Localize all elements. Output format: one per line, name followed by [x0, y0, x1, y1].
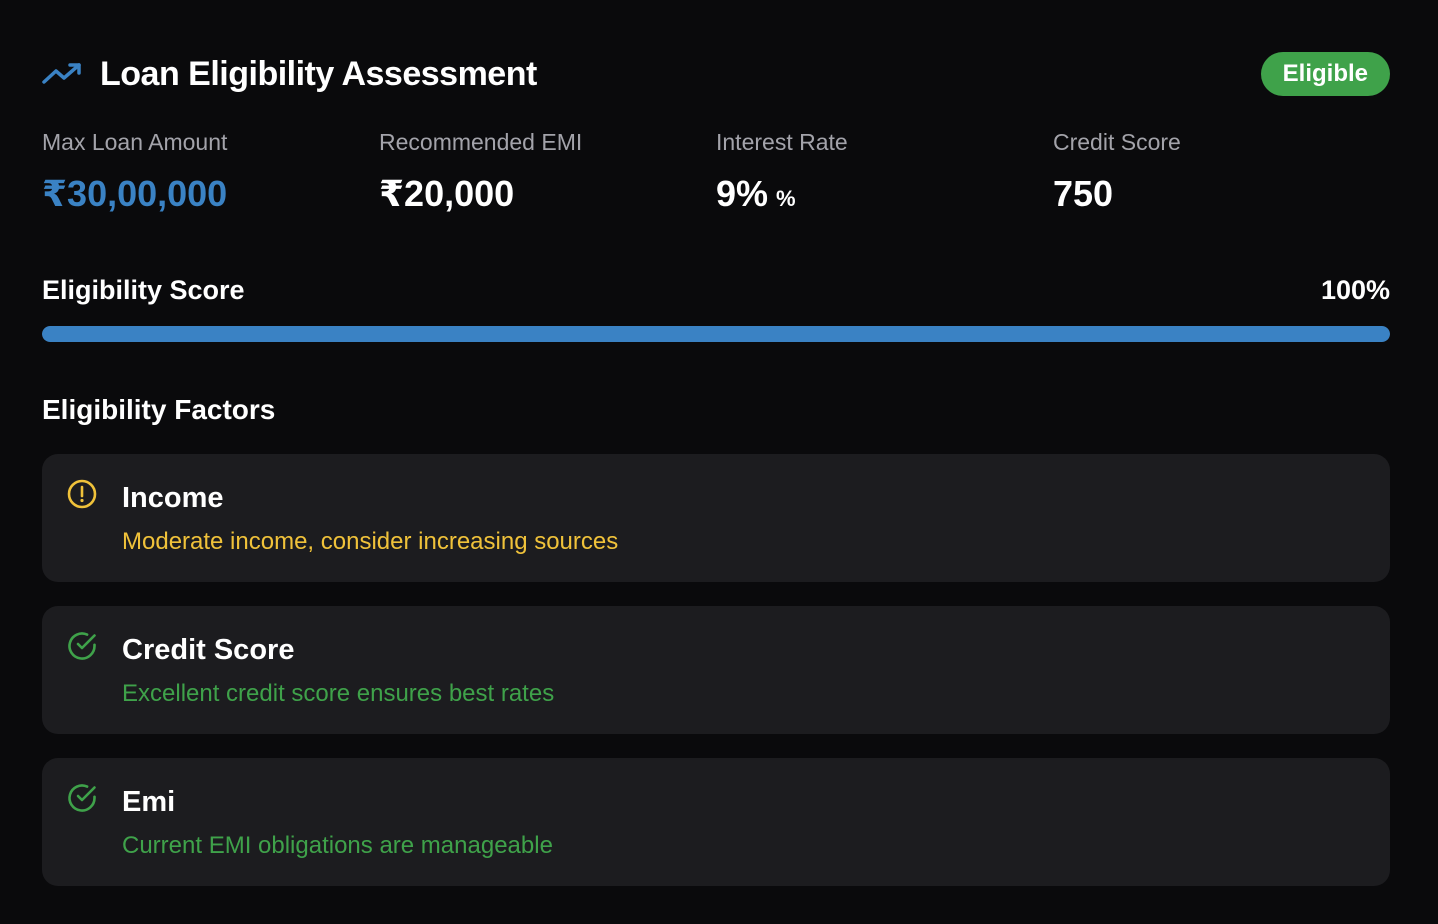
page-title: Loan Eligibility Assessment — [100, 54, 537, 93]
stat-label: Credit Score — [1053, 129, 1181, 155]
eligibility-score-fill — [42, 326, 1390, 342]
stat-value: 9% — [716, 173, 769, 214]
factor-card-emi: Emi Current EMI obligations are manageab… — [42, 758, 1390, 886]
trending-up-icon — [42, 60, 82, 88]
stat-value: 750 — [1053, 173, 1114, 214]
stat-max-loan-amount: Max Loan Amount ₹30,00,000 — [42, 126, 379, 221]
status-badge: Eligible — [1260, 52, 1390, 96]
eligibility-score-label: Eligibility Score — [42, 275, 245, 305]
stat-credit-score: Credit Score 750 — [1053, 126, 1390, 221]
stat-recommended-emi: Recommended EMI ₹20,000 — [379, 126, 716, 221]
stat-label: Recommended EMI — [379, 129, 583, 155]
stat-value-wrap: 9%% — [716, 172, 1053, 221]
check-circle-icon — [66, 782, 98, 814]
factor-description: Moderate income, consider increasing sou… — [122, 528, 619, 555]
factors-title: Eligibility Factors — [42, 394, 276, 425]
stat-label: Max Loan Amount — [42, 129, 228, 155]
check-circle-icon — [66, 630, 98, 662]
stat-value: ₹20,000 — [379, 173, 515, 214]
factor-card-credit-score: Credit Score Excellent credit score ensu… — [42, 606, 1390, 734]
title-group: Loan Eligibility Assessment — [42, 55, 537, 94]
factors-list: Income Moderate income, consider increas… — [42, 454, 1390, 910]
stat-interest-rate: Interest Rate 9%% — [716, 126, 1053, 221]
factor-name: Emi — [122, 786, 176, 818]
stat-label: Interest Rate — [716, 129, 848, 155]
factor-description: Excellent credit score ensures best rate… — [122, 680, 555, 707]
unit-suffix: % — [776, 186, 796, 211]
factor-name: Credit Score — [122, 634, 295, 666]
stat-value: ₹30,00,000 — [42, 173, 228, 214]
factor-name: Income — [122, 482, 224, 514]
factor-description: Current EMI obligations are manageable — [122, 832, 553, 859]
eligibility-score-value: 100% — [1320, 275, 1390, 305]
eligibility-score-bar — [42, 326, 1390, 342]
eligibility-score-row: Eligibility Score 100% — [42, 272, 1390, 308]
stats-row: Max Loan Amount ₹30,00,000 Recommended E… — [42, 126, 1390, 221]
header: Loan Eligibility Assessment Eligible — [42, 50, 1390, 98]
factor-card-income: Income Moderate income, consider increas… — [42, 454, 1390, 582]
loan-eligibility-panel: Loan Eligibility Assessment Eligible Max… — [0, 0, 1438, 924]
alert-circle-icon — [66, 478, 98, 510]
